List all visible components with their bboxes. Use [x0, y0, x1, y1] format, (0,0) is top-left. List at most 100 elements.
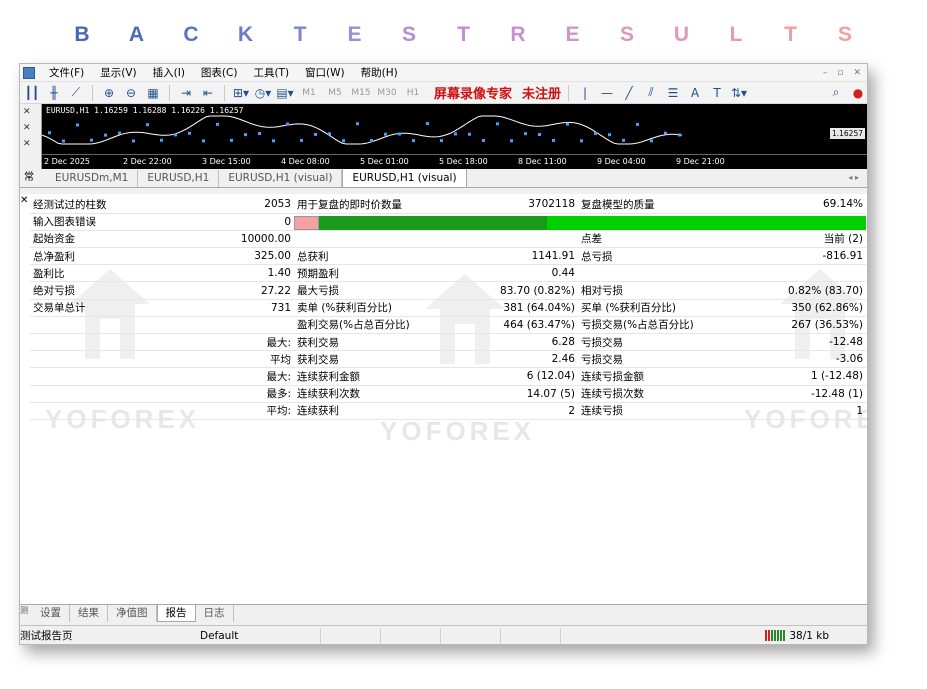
report-row: 起始资金 10000.00 点差 当前 (2) — [30, 230, 866, 249]
report-label: 连续获利 — [294, 402, 464, 420]
bar-chart-icon[interactable]: ┃┃ — [23, 84, 41, 102]
zoom-in-icon[interactable]: ⊕ — [100, 84, 118, 102]
report-value: -12.48 — [738, 333, 866, 352]
horizontal-line-icon[interactable]: — — [598, 84, 616, 102]
banner-letter: T — [784, 23, 797, 46]
report-label: 亏损交易(%占总百分比) — [578, 316, 738, 335]
restore-icon[interactable]: ▫ — [837, 68, 843, 78]
autoscroll-icon[interactable]: ⇤ — [199, 84, 217, 102]
zoom-out-icon[interactable]: ⊖ — [122, 84, 140, 102]
chart-current-price: 1.16257 — [829, 128, 865, 139]
report-value: 2.46 — [464, 350, 578, 369]
period-m1-icon[interactable]: M1 — [298, 84, 320, 102]
report-label: 获利交易 — [294, 350, 464, 369]
text-icon[interactable]: A — [686, 84, 704, 102]
page-banner: BACKTESTRESULTS — [0, 18, 927, 52]
period-m5-icon[interactable]: M5 — [324, 84, 346, 102]
chart-shift-icon[interactable]: ⇥ — [177, 84, 195, 102]
minimize-icon[interactable]: – — [823, 68, 828, 78]
app-icon — [23, 66, 35, 79]
report-label: 输入图表错误 — [30, 213, 180, 231]
banner-letter: S — [837, 23, 852, 46]
tab-eurusd-h1-visual-active[interactable]: EURUSD,H1 (visual) — [342, 168, 467, 187]
period-m30-icon[interactable]: M30 — [376, 84, 398, 102]
tab-settings[interactable]: 设置 — [32, 605, 70, 622]
notification-icon[interactable]: ● — [849, 84, 867, 102]
menu-window[interactable]: 窗口(W) — [297, 64, 353, 82]
period-m15-icon[interactable]: M15 — [350, 84, 372, 102]
menu-charts[interactable]: 图表(C) — [193, 64, 246, 82]
periods-icon[interactable]: ◷▾ — [254, 84, 272, 102]
arrows-icon[interactable]: ⇅▾ — [730, 84, 748, 102]
time-axis-label: 4 Dec 08:00 — [281, 157, 330, 166]
menu-help[interactable]: 帮助(H) — [353, 64, 406, 82]
label-icon[interactable]: T — [708, 84, 726, 102]
connection-status: 38/1 kb — [765, 630, 867, 642]
menu-file[interactable]: 文件(F) — [41, 64, 92, 82]
report-label: 最大亏损 — [294, 281, 464, 300]
channel-icon[interactable]: ⫽ — [642, 84, 660, 102]
tile-windows-icon[interactable]: ▦ — [144, 84, 162, 102]
report-label: 连续获利次数 — [294, 385, 464, 403]
chart-close2-icon[interactable]: ✕ — [20, 136, 41, 152]
quality-partial-segment — [319, 215, 547, 230]
banner-letter: E — [565, 23, 580, 46]
menu-tools[interactable]: 工具(T) — [245, 64, 297, 82]
tabs-corner: 常 — [24, 172, 34, 183]
report-label: 买单 (%获利百分比) — [578, 299, 738, 317]
tab-scroll-arrows[interactable]: ◂ ▸ — [848, 169, 867, 187]
banner-letter: K — [237, 23, 254, 46]
tab-report[interactable]: 报告 — [156, 605, 196, 622]
report-label: 相对亏损 — [578, 281, 738, 300]
report-value: 0.82% (83.70) — [738, 281, 866, 300]
report-label: 复盘模型的质量 — [578, 196, 738, 214]
time-axis-label: 8 Dec 11:00 — [518, 157, 567, 166]
indicators-icon[interactable]: ⊞▾ — [232, 84, 250, 102]
chart-close-icon[interactable]: ✕ — [20, 104, 41, 120]
trendline-icon[interactable]: ╱ — [620, 84, 638, 102]
tab-journal[interactable]: 日志 — [196, 605, 234, 622]
report-row: 盈利交易(%占总百分比) 464 (63.47%) 亏损交易(%占总百分比) 267 … — [30, 316, 866, 335]
report-label: 绝对亏损 — [30, 281, 180, 300]
report-value: 最大: — [180, 333, 294, 352]
report-label: 亏损交易 — [578, 350, 738, 369]
tester-side-label: 测 — [20, 606, 28, 615]
report-panel: ✕ YOFOREX YOFOREX YOFOREX 经测试过的柱数2053用于复… — [20, 194, 867, 604]
report-value: -816.91 — [738, 247, 866, 266]
line-chart-icon[interactable]: ⟋ — [67, 84, 85, 102]
report-label: 亏损交易 — [578, 333, 738, 352]
tab-equity-graph[interactable]: 净值图 — [108, 605, 157, 622]
report-label: 点差 — [578, 230, 738, 249]
report-label: 盈利交易(%占总百分比) — [294, 316, 464, 335]
menu-insert[interactable]: 插入(I) — [145, 64, 193, 82]
report-label — [30, 402, 180, 420]
report-label: 连续亏损次数 — [578, 385, 738, 403]
status-text: 测试报告页 — [20, 630, 73, 642]
report-value: 平均 — [180, 350, 294, 369]
panel-close-icon[interactable]: ✕ — [20, 195, 28, 206]
tab-eurusd-h1-visual[interactable]: EURUSD,H1 (visual) — [219, 170, 343, 187]
tab-eurusdm-m1[interactable]: EURUSDm,M1 — [46, 170, 139, 187]
period-h1-icon[interactable]: H1 — [402, 84, 424, 102]
tab-results[interactable]: 结果 — [70, 605, 108, 622]
chart-header: EURUSD,H1 1.16259 1.16288 1.16226 1.1625… — [46, 106, 244, 115]
report-row: 平均: 连续获利 2 连续亏损 1 — [30, 402, 866, 420]
report-value: -12.48 (1) — [738, 385, 866, 403]
templates-icon[interactable]: ▤▾ — [276, 84, 294, 102]
toolbar: ┃┃ ╫ ⟋ ⊕ ⊖ ▦ ⇥ ⇤ ⊞▾ ◷▾ ▤▾ M1 M5 M15 M30 … — [20, 82, 867, 104]
report-value: 2053 — [180, 196, 294, 214]
quality-error-segment — [294, 215, 319, 230]
tab-eurusd-h1[interactable]: EURUSD,H1 — [138, 170, 220, 187]
report-label: 用于复盘的即时价数量 — [294, 196, 464, 214]
time-axis: 2 Dec 2025 2 Dec 22:00 3 Dec 15:00 4 Dec 08… — [42, 154, 867, 169]
close-icon[interactable]: ✕ — [853, 68, 861, 78]
candlestick-icon[interactable]: ╫ — [45, 84, 63, 102]
chart-scale-icon[interactable]: ✕ — [20, 120, 41, 136]
menu-view[interactable]: 显示(V) — [92, 64, 144, 82]
report-value: 6.28 — [464, 333, 578, 352]
report-value: 267 (36.53%) — [738, 316, 866, 335]
report-value: 1.40 — [180, 264, 294, 283]
fibonacci-icon[interactable]: ☰ — [664, 84, 682, 102]
search-icon[interactable]: ⌕ — [827, 84, 845, 102]
vertical-line-icon[interactable]: | — [576, 84, 594, 102]
